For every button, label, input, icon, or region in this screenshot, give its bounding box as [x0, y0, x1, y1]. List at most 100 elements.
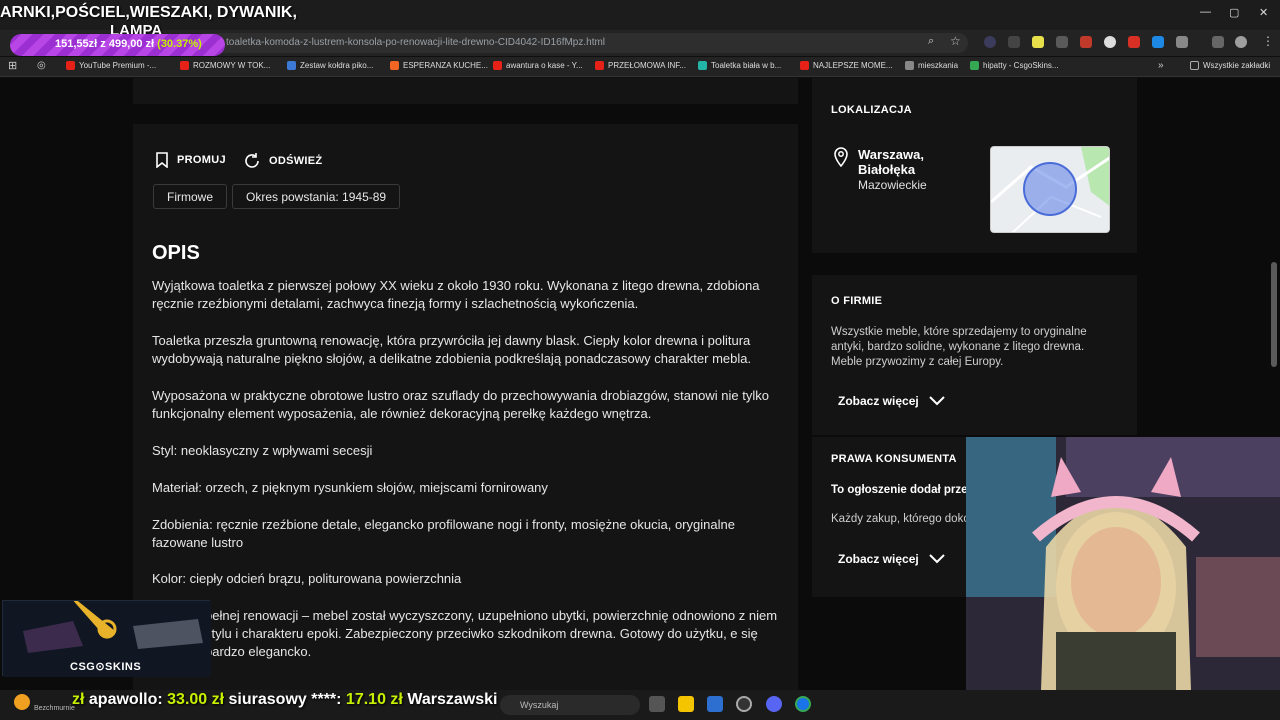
ticker-user: siurasowy ****:: [228, 691, 342, 708]
bookmark-label: NAJLEPSZE MOME...: [813, 61, 893, 70]
location-region: Mazowieckie: [858, 178, 927, 192]
company-title: O FIRMIE: [831, 295, 883, 307]
bookmark-label: Zestaw kołdra piko...: [300, 61, 374, 70]
extension-icon[interactable]: [1128, 36, 1140, 48]
all-bookmarks-label: Wszystkie zakładki: [1203, 61, 1271, 70]
tag-chip[interactable]: Firmowe: [153, 184, 228, 209]
see-more-company-button[interactable]: Zobacz więcej: [838, 394, 945, 408]
search-placeholder: Wyszukaj: [520, 700, 559, 710]
ticker-user: apawollo:: [88, 691, 163, 708]
bookmark-item[interactable]: Zestaw kołdra piko...: [287, 61, 373, 70]
minimize-icon[interactable]: —: [1200, 6, 1211, 18]
star-icon[interactable]: ☆: [950, 34, 961, 48]
company-text: Wszystkie meble, które sprzedajemy to or…: [831, 326, 1087, 368]
bookmark-icon: [156, 152, 168, 168]
app-icon[interactable]: [736, 696, 752, 712]
extension-icon[interactable]: [1032, 36, 1044, 48]
location-city: Warszawa, Białołęka: [858, 147, 924, 177]
map-graphic: [991, 147, 1109, 232]
bookmark-label: awantura o kase - Y...: [506, 61, 583, 70]
goal-current: 151,55zł: [55, 38, 98, 50]
goal-overlay: ARNKI,POŚCIEL,WIESZAKI, DYWANIK, LAMPA 1…: [0, 0, 300, 62]
description-paragraph: pełnej renowacji – mebel został wyczyszc…: [205, 608, 778, 659]
location-title: LOKALIZACJA: [831, 104, 912, 116]
extension-icon[interactable]: [1080, 36, 1092, 48]
close-icon[interactable]: ✕: [1259, 6, 1268, 19]
refresh-icon: [245, 153, 259, 168]
zoom-icon[interactable]: ⌕: [928, 35, 934, 48]
description-paragraph: Wyposażona w praktyczne obrotowe lustro …: [152, 388, 769, 421]
scrollbar-thumb[interactable]: [1271, 262, 1277, 367]
bookmark-favicon-icon: [180, 61, 189, 70]
task-view-icon[interactable]: [649, 696, 665, 712]
sponsor-label: CSG⊙SKINS: [70, 661, 142, 673]
puzzle-icon[interactable]: [1176, 36, 1188, 48]
refresh-button[interactable]: ODŚWIEŻ: [243, 152, 322, 170]
bookmark-label: Toaletka biała w b...: [711, 61, 782, 70]
more-bookmarks-icon[interactable]: »: [1158, 60, 1164, 71]
card-top: [133, 78, 798, 104]
description-paragraph: Toaletka przeszła gruntowną renowację, k…: [152, 333, 752, 366]
bookmark-item[interactable]: mieszkania: [905, 61, 958, 70]
description-paragraph: Materiał: orzech, z pięknym rysunkiem sł…: [152, 480, 548, 495]
location-map[interactable]: [990, 146, 1110, 233]
goal-target: 499,00 zł: [108, 38, 155, 50]
consumer-rights-title: PRAWA KONSUMENTA: [831, 453, 957, 465]
extension-icon[interactable]: [984, 36, 996, 48]
menu-icon[interactable]: [1212, 36, 1224, 48]
weather-icon[interactable]: [14, 694, 30, 710]
description-paragraph: Zdobienia: ręcznie rzeźbione detale, ele…: [152, 517, 735, 550]
chrome-icon[interactable]: [795, 696, 811, 712]
consumer-rights-added-by: To ogłoszenie dodał prze: [831, 484, 968, 496]
webcam-feed: [966, 437, 1280, 690]
file-explorer-icon[interactable]: [678, 696, 694, 712]
bookmark-item[interactable]: ESPERANZA KUCHE...: [390, 61, 488, 70]
promote-button[interactable]: PROMUJ: [155, 152, 226, 168]
store-icon[interactable]: [707, 696, 723, 712]
bookmark-favicon-icon: [970, 61, 979, 70]
bookmark-item[interactable]: hipatty - CsgoSkins...: [970, 61, 1059, 70]
promote-label: PROMUJ: [177, 154, 226, 166]
goal-progress-text: 151,55zł z 499,00 zł (30.37%): [55, 38, 202, 50]
chevron-down-icon: [928, 554, 945, 564]
chevron-down-icon: [928, 396, 945, 406]
see-more-label: Zobacz więcej: [838, 394, 919, 408]
see-more-label: Zobacz więcej: [838, 552, 919, 566]
bookmark-label: ESPERANZA KUCHE...: [403, 61, 488, 70]
bookmark-favicon-icon: [905, 61, 914, 70]
description-heading: OPIS: [152, 242, 200, 264]
ticker-amount: 17.10 zł: [345, 691, 403, 708]
bookmark-label: hipatty - CsgoSkins...: [983, 61, 1059, 70]
taskbar-search[interactable]: Wyszukaj: [500, 695, 640, 715]
address-bar[interactable]: toaletka-komoda-z-lustrem-konsola-po-ren…: [196, 33, 968, 53]
bookmark-label: mieszkania: [918, 61, 959, 70]
bookmark-favicon-icon: [493, 61, 502, 70]
weather-status: Bezchmurnie: [34, 705, 75, 712]
webcam-image: [966, 437, 1280, 690]
bookmark-favicon-icon: [390, 61, 399, 70]
bookmark-item[interactable]: PRZEŁOMOWA INF...: [595, 61, 686, 70]
see-more-rights-button[interactable]: Zobacz więcej: [838, 552, 945, 566]
description-paragraph: Kolor: ciepły odcień brązu, politurowana…: [152, 571, 462, 586]
bookmark-label: YouTube Premium -...: [79, 61, 157, 70]
extension-icon[interactable]: [1056, 36, 1068, 48]
bookmark-favicon-icon: [800, 61, 809, 70]
bookmark-item[interactable]: ROZMOWY W TOK...: [180, 61, 270, 70]
maximize-icon[interactable]: ▢: [1229, 6, 1239, 19]
all-bookmarks-link[interactable]: Wszystkie zakładki: [1190, 61, 1270, 70]
bookmark-item[interactable]: Toaletka biała w b...: [698, 61, 781, 70]
discord-icon[interactable]: [766, 696, 782, 712]
extension-icon[interactable]: [1152, 36, 1164, 48]
bookmark-item[interactable]: NAJLEPSZE MOME...: [800, 61, 893, 70]
kebab-menu-icon[interactable]: ⋮: [1262, 34, 1274, 48]
avatar[interactable]: [1235, 36, 1247, 48]
location-pin-icon: [834, 147, 848, 167]
goal-separator: z: [100, 38, 106, 50]
shield-icon[interactable]: [1104, 36, 1116, 48]
bookmark-item[interactable]: YouTube Premium -...: [66, 61, 156, 70]
extension-icon[interactable]: [1008, 36, 1020, 48]
goal-title: ARNKI,POŚCIEL,WIESZAKI, DYWANIK,: [0, 4, 297, 21]
tag-chip[interactable]: Okres powstania: 1945-89: [232, 184, 401, 209]
bookmark-label: PRZEŁOMOWA INF...: [608, 61, 686, 70]
bookmark-item[interactable]: awantura o kase - Y...: [493, 61, 583, 70]
